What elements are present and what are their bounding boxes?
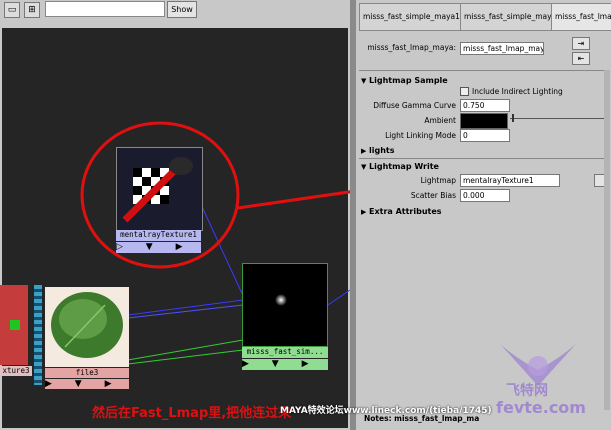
diffuse-gamma-label: Diffuse Gamma Curve [373,101,456,110]
lightmap-label: Lightmap [420,176,456,185]
node-name-label: misss_fast_lmap_maya: [367,43,456,52]
section-lightmap-sample[interactable]: ▼ Lightmap Sample [361,75,606,86]
ambient-slider-track[interactable] [510,118,606,119]
expand-icon: ▶ [361,208,367,216]
go-output-icon[interactable]: ⇤ [572,52,590,65]
collapse-icon: ▼ [361,77,367,85]
tab-misss-fast-simple[interactable]: misss_fast_simple_maya1 [460,3,556,31]
lightmap-field[interactable]: mentalrayTexture1 [460,174,560,187]
diffuse-gamma-field[interactable]: 0.750 [460,99,510,112]
collapse-icon: ▼ [361,163,367,171]
tab-shading-group[interactable]: misss_fast_simple_maya1SG [359,3,465,31]
section-title: Lightmap Write [369,162,439,171]
light-linking-field[interactable]: 0 [460,129,510,142]
separator [359,158,608,159]
highlight-ellipse [80,121,240,269]
ambient-label: Ambient [424,116,456,125]
section-title: lights [369,146,395,155]
scatter-bias-label: Scatter Bias [410,191,456,200]
node-name-field[interactable]: misss_fast_lmap_maya1 [460,42,544,55]
chinese-caption: 然后在Fast_Lmap里,把他连过来 [92,406,292,421]
section-lights[interactable]: ▶ lights [361,145,606,156]
site-logo: 飞特网 fevte.com [490,336,586,426]
include-indirect-label: Include Indirect Lighting [472,87,563,96]
section-lightmap-write[interactable]: ▼ Lightmap Write [361,161,606,172]
section-title: Extra Attributes [369,207,442,216]
separator [359,70,608,71]
tab-misss-fast-lmap[interactable]: misss_fast_lmap [551,3,611,31]
logo-subtext: fevte.com [496,398,586,417]
attribute-scrollbar[interactable] [604,70,610,410]
logo-text: 飞特网 [506,383,548,399]
scatter-bias-field[interactable]: 0.000 [460,189,510,202]
include-indirect-checkbox[interactable] [460,87,469,96]
light-linking-label: Light Linking Mode [385,131,456,140]
section-title: Lightmap Sample [369,76,448,85]
expand-icon: ▶ [361,147,367,155]
ambient-color-swatch[interactable] [460,113,508,129]
ambient-slider-handle[interactable] [512,114,514,122]
focus-icon[interactable]: ⇥ [572,37,590,50]
section-extra-attributes[interactable]: ▶ Extra Attributes [361,206,606,217]
watermark-text: MAYA特效论坛www.lineck.com/(tieba/1745) [280,406,492,416]
